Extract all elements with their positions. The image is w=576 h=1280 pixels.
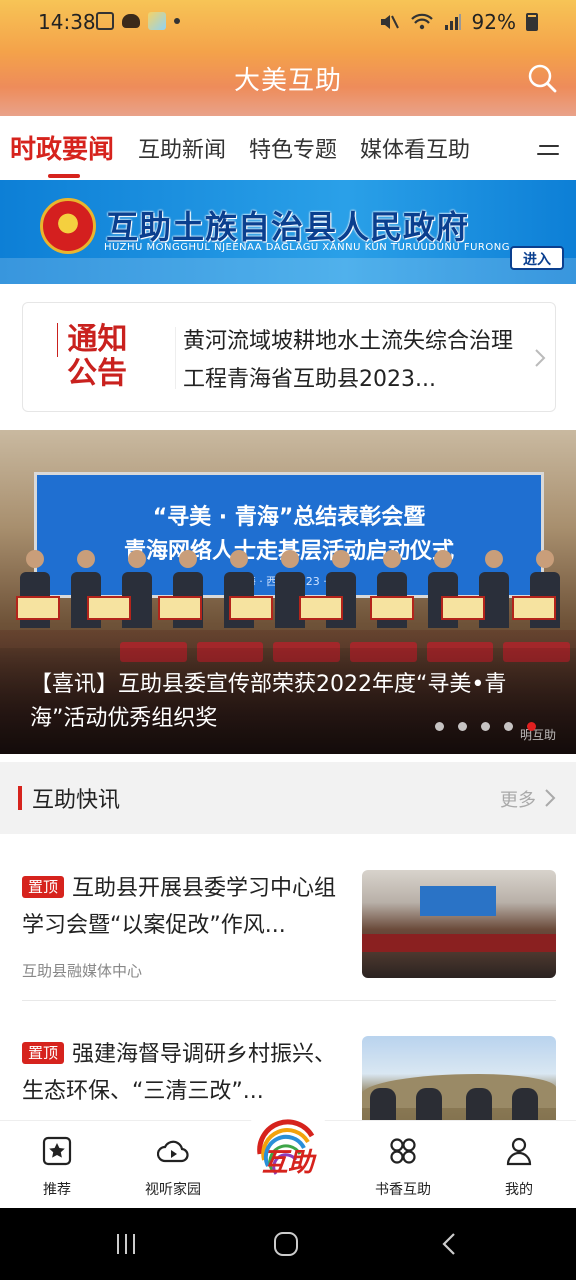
gov-banner[interactable]: 互助土族自治县人民政府 HUZHU MONGGHUL NJEENAA DAGLA… — [0, 180, 576, 284]
news-title-text: 强建海督导调研乡村振兴、生态环保、“三清三改”... — [22, 1042, 337, 1104]
signal-icon — [444, 14, 461, 30]
carousel-dots[interactable] — [435, 722, 536, 731]
carousel-dot-active[interactable] — [527, 722, 536, 731]
notice-logo-line2: 公告 — [67, 356, 127, 391]
category-tabs: 时政要闻 互助新闻 特色专题 媒体看互助 — [0, 116, 576, 180]
news-source: 互助县融媒体中心 — [22, 962, 143, 980]
carousel-dot[interactable] — [504, 722, 513, 731]
nav-mine[interactable]: 我的 — [474, 1135, 564, 1199]
notice-text: 黄河流域坡耕地水土流失综合治理工程青海省互助县2023... — [183, 329, 514, 392]
recent-apps-icon[interactable] — [112, 1230, 140, 1258]
stage-text-line1: “寻美 · 青海”总结表彰会暨 — [152, 505, 426, 530]
notice-logo: 通知 公告 — [57, 323, 137, 391]
headline-carousel[interactable]: “寻美 · 青海”总结表彰会暨 青海网络人士走基层活动启动仪式 青海 · 西宁 … — [0, 430, 576, 754]
app-title: 大美互助 — [233, 66, 342, 96]
certificate — [86, 596, 131, 620]
tab-media-view[interactable]: 媒体看互助 — [360, 132, 470, 164]
notification-icons — [96, 12, 180, 30]
chevron-right-icon[interactable] — [544, 788, 556, 808]
search-icon[interactable] — [526, 62, 558, 94]
section-accent-bar — [18, 786, 22, 810]
back-icon[interactable] — [436, 1230, 464, 1258]
news-title: 置顶 强建海督导调研乡村振兴、生态环保、“三清三改”... — [22, 1036, 348, 1110]
banner-stripe — [0, 258, 576, 284]
certificate — [441, 596, 486, 620]
national-emblem-icon — [40, 198, 96, 254]
certificate — [157, 596, 202, 620]
wifi-icon — [410, 13, 433, 30]
gov-banner-subtitle: HUZHU MONGGHUL NJEENAA DAGLAGU XANNU KUN… — [104, 242, 510, 253]
mute-icon — [380, 15, 399, 29]
tab-huzhu-news[interactable]: 互助新闻 — [138, 132, 226, 164]
system-status: 92% — [378, 10, 538, 34]
more-link[interactable]: 更多 — [500, 786, 536, 812]
more-dot-icon — [174, 18, 180, 24]
system-nav-bar — [0, 1208, 576, 1280]
status-bar: 14:38 92% — [0, 0, 576, 46]
user-icon — [506, 1137, 532, 1166]
certificate — [511, 596, 556, 620]
section-title: 互助快讯 — [32, 788, 121, 813]
battery-percent: 92% — [471, 10, 516, 34]
enter-button[interactable]: 进入 — [510, 246, 564, 270]
status-time: 14:38 — [38, 10, 96, 34]
certificate — [299, 596, 344, 620]
news-thumbnail — [362, 870, 556, 978]
nav-label: 书香互助 — [375, 1182, 431, 1198]
certificate — [370, 596, 415, 620]
app-notification-icon — [122, 14, 140, 28]
active-tab-indicator — [48, 174, 80, 178]
certificate — [16, 596, 60, 620]
pinned-badge: 置顶 — [22, 876, 65, 898]
chevron-right-icon — [535, 349, 546, 367]
nav-label: 我的 — [505, 1182, 533, 1198]
certificate — [228, 596, 273, 620]
nav-center-home[interactable]: 互助 — [242, 1102, 334, 1194]
app-root: 14:38 92% 大美互助 时政要闻 互助新闻 特色专题 媒体看互助 互助土族… — [0, 0, 576, 1280]
news-item[interactable]: 置顶 互助县开展县委学习中心组学习会暨“以案促改”作风... 互助县融媒体中心 — [0, 870, 576, 1002]
header: 14:38 92% 大美互助 — [0, 0, 576, 116]
grid-clover-icon — [390, 1138, 416, 1164]
thumbnail-table — [362, 934, 556, 952]
notice-card[interactable]: 通知 公告 黄河流域坡耕地水土流失综合治理工程青海省互助县2023... — [22, 302, 556, 412]
notice-divider — [175, 327, 176, 389]
nav-reading[interactable]: 书香互助 — [358, 1135, 448, 1199]
carousel-dot[interactable] — [458, 722, 467, 731]
carousel-dot[interactable] — [481, 722, 490, 731]
battery-icon — [526, 13, 538, 31]
nav-recommend[interactable]: 推荐 — [12, 1135, 102, 1199]
nav-label: 视听家园 — [145, 1182, 201, 1198]
photo-notification-icon — [148, 12, 166, 30]
quick-news-header: 互助快讯 更多 — [0, 762, 576, 834]
certificate-row — [16, 596, 556, 620]
tab-special-topics[interactable]: 特色专题 — [249, 132, 337, 164]
news-divider — [22, 1000, 556, 1001]
thumbnail-screen — [420, 886, 496, 916]
home-icon[interactable] — [272, 1230, 300, 1258]
nav-audio-video[interactable]: 视听家园 — [128, 1135, 218, 1199]
star-square-icon — [42, 1136, 72, 1166]
image-notification-icon — [96, 12, 114, 30]
tab-menu-icon[interactable] — [536, 142, 560, 158]
notice-logo-line1: 通知 — [57, 323, 137, 357]
pinned-badge: 置顶 — [22, 1042, 65, 1064]
tab-shizheng[interactable]: 时政要闻 — [10, 129, 114, 166]
center-logo-text: 互助 — [261, 1148, 314, 1178]
news-title: 置顶 互助县开展县委学习中心组学习会暨“以案促改”作风... — [22, 870, 348, 944]
carousel-dot[interactable] — [435, 722, 444, 731]
play-cloud-icon — [157, 1140, 189, 1163]
nav-label: 推荐 — [43, 1182, 71, 1198]
news-title-text: 互助县开展县委学习中心组学习会暨“以案促改”作风... — [22, 876, 337, 938]
